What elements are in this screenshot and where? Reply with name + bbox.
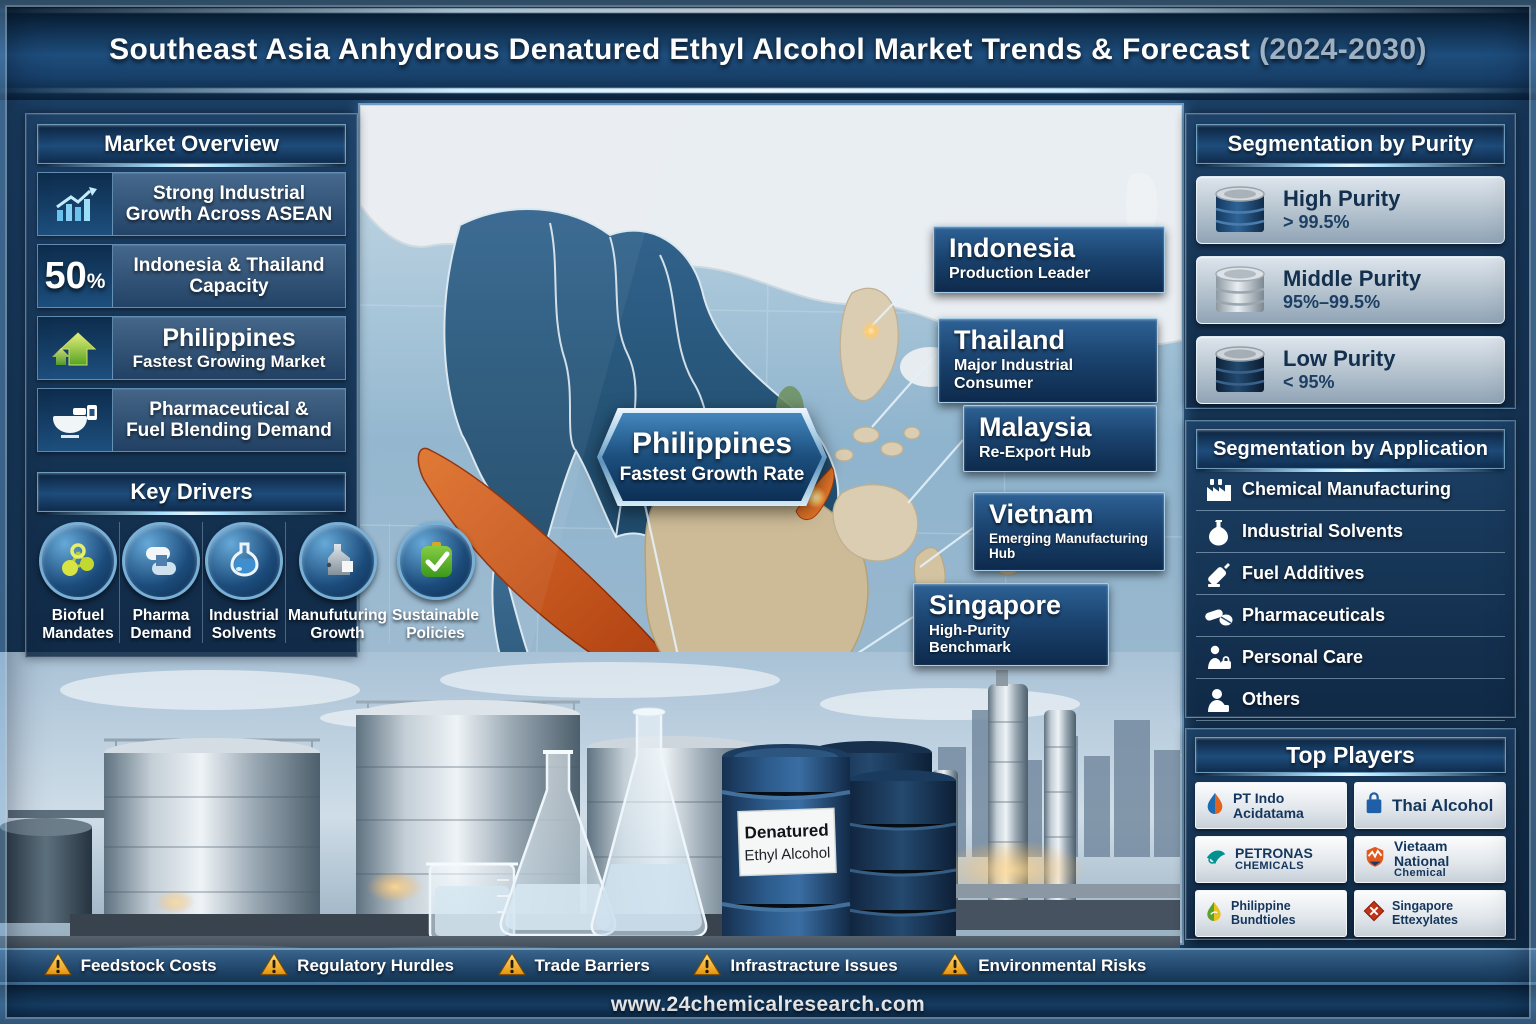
key-drivers-header: Key Drivers xyxy=(37,472,346,512)
key-driver-item: Manufuturing Growth xyxy=(285,522,389,643)
bar-chart-up-icon xyxy=(38,173,113,235)
application-row: Fuel Additives xyxy=(1196,553,1505,595)
factory-icon xyxy=(1196,476,1242,504)
market-overview-row: Philippines Fastest Growing Market xyxy=(37,316,346,380)
purity-row-high: High Purity > 99.5% xyxy=(1196,176,1505,244)
key-driver-label: Biofuel Mandates xyxy=(42,607,114,643)
market-overview-item: Pharmaceutical & Fuel Blending Demand xyxy=(113,389,345,451)
application-row: Personal Care xyxy=(1196,637,1505,679)
application-row: Industrial Solvents xyxy=(1196,511,1505,553)
navy-drum-icon xyxy=(1197,342,1283,398)
teal-drop-logo xyxy=(1204,845,1228,874)
callout-thailand: Thailand Major Industrial Consumer xyxy=(938,318,1158,403)
orange-shield-logo xyxy=(1363,845,1387,874)
flask-icon xyxy=(1196,518,1242,546)
title-bar: Southeast Asia Anhydrous Denatured Ethyl… xyxy=(0,0,1536,100)
purity-header: Segmentation by Purity xyxy=(1196,124,1505,164)
player-card-philippine-bundtioles: Philippine Bundtioles xyxy=(1195,890,1347,937)
fuel-nozzle-icon xyxy=(1196,560,1242,588)
key-driver-item: Biofuel Mandates xyxy=(37,522,119,643)
top-players-grid: PT Indo Acidatama Thai Alcohol xyxy=(1195,782,1506,937)
solvent-flask-icon xyxy=(205,522,283,600)
page-title: Southeast Asia Anhydrous Denatured Ethyl… xyxy=(0,33,1536,67)
challenges-strip: Feedstock Costs Regulatory Hurdles Trade… xyxy=(0,948,1536,984)
market-overview-row: Pharmaceutical & Fuel Blending Demand xyxy=(37,388,346,452)
top-players-header: Top Players xyxy=(1195,737,1506,773)
industrial-scene: Denatured Ethyl Alcohol xyxy=(0,652,1180,984)
challenge-environmental-risks: Environmental Risks xyxy=(941,951,1146,982)
player-card-singapore-ettexylates: Singapore Ettexylates xyxy=(1354,890,1506,937)
key-driver-item: Industrial Solvents xyxy=(202,522,285,643)
challenge-regulatory-hurdles: Regulatory Hurdles xyxy=(260,951,454,982)
application-row: Others xyxy=(1196,679,1505,721)
application-row: Chemical Manufacturing xyxy=(1196,469,1505,511)
key-driver-item: Sustainable Policies xyxy=(389,522,481,643)
pills-icon xyxy=(1196,603,1242,629)
barrel-label-line2: Ethyl Alcohol xyxy=(744,844,830,864)
challenge-infrastructure-issues: Infrastracture Issues xyxy=(693,951,897,982)
stat-50-percent: 50% xyxy=(38,245,113,307)
market-overview-row: Strong Industrial Growth Across ASEAN xyxy=(37,172,346,236)
key-driver-label: Industrial Solvents xyxy=(209,607,279,643)
personal-care-icon xyxy=(1196,644,1242,672)
challenge-trade-barriers: Trade Barriers xyxy=(498,951,650,982)
blue-drum-icon xyxy=(1197,182,1283,238)
application-header: Segmentation by Application xyxy=(1196,429,1505,469)
pharma-pills-icon xyxy=(122,522,200,600)
silver-drum-icon xyxy=(1197,262,1283,318)
sustainable-check-icon xyxy=(397,522,475,600)
market-overview-item: Indonesia & Thailand Capacity xyxy=(113,245,345,307)
pharma-bowl-icon xyxy=(38,389,113,451)
segmentation-purity-panel: Segmentation by Purity High Purity > 99.… xyxy=(1185,113,1516,409)
blue-bag-logo xyxy=(1363,791,1385,820)
player-card-pt-indo-acidatama: PT Indo Acidatama xyxy=(1195,782,1347,829)
left-column-panel: Market Overview Strong Industrial Growth… xyxy=(25,113,358,658)
callout-indonesia: Indonesia Production Leader xyxy=(933,226,1165,293)
key-driver-label: Sustainable Policies xyxy=(392,607,479,643)
warning-triangle-icon xyxy=(260,951,288,982)
page-title-years: (2024-2030) xyxy=(1259,33,1427,66)
infographic-root: Denatured Ethyl Alcohol xyxy=(0,0,1536,1024)
warning-triangle-icon xyxy=(498,951,526,982)
application-row: Pharmaceuticals xyxy=(1196,595,1505,637)
barrel-label-line1: Denatured xyxy=(744,821,829,843)
footer-url[interactable]: www.24chemicalresearch.com xyxy=(611,993,925,1017)
key-driver-item: Pharma Demand xyxy=(119,522,202,643)
top-players-panel: Top Players PT Indo Acidatama xyxy=(1185,728,1516,940)
callout-malaysia: Malaysia Re-Export Hub xyxy=(963,405,1157,472)
purity-row-middle: Middle Purity 95%–99.5% xyxy=(1196,256,1505,324)
market-overview-item: Philippines Fastest Growing Market xyxy=(113,317,345,379)
biofuel-molecule-icon xyxy=(39,522,117,600)
market-overview-row: 50% Indonesia & Thailand Capacity xyxy=(37,244,346,308)
warning-triangle-icon xyxy=(693,951,721,982)
manufacturing-bottle-icon xyxy=(299,522,377,600)
barrel-group: Denatured Ethyl Alcohol xyxy=(722,741,956,938)
challenge-feedstock-costs: Feedstock Costs xyxy=(44,951,217,982)
segmentation-application-panel: Segmentation by Application Chemical Man… xyxy=(1185,420,1516,718)
warning-triangle-icon xyxy=(941,951,969,982)
player-card-petronas-chemicals: PETRONASCHEMICALS xyxy=(1195,836,1347,883)
green-growth-arrow-icon xyxy=(38,317,113,379)
philippines-badge-frame: Philippines Fastest Growth Rate xyxy=(597,408,827,506)
callout-vietnam: Vietnam Emerging Manufacturing Hub xyxy=(973,492,1165,571)
philippines-badge: Philippines Fastest Growth Rate xyxy=(597,408,827,506)
market-overview-item: Strong Industrial Growth Across ASEAN xyxy=(113,173,345,235)
person-icon xyxy=(1196,686,1242,714)
red-diamond-logo xyxy=(1363,900,1385,927)
warning-triangle-icon xyxy=(44,951,72,982)
two-tone-droplet-logo xyxy=(1204,791,1226,820)
page-title-main: Southeast Asia Anhydrous Denatured Ethyl… xyxy=(109,33,1250,66)
player-card-thai-alcohol: Thai Alcohol xyxy=(1354,782,1506,829)
key-driver-label: Manufuturing Growth xyxy=(288,607,387,643)
player-card-vietnam-national-chemical: Vietaam NationalChemical xyxy=(1354,836,1506,883)
callout-singapore: Singapore High-Purity Benchmark xyxy=(913,583,1109,666)
market-overview-header: Market Overview xyxy=(37,124,346,164)
key-driver-label: Pharma Demand xyxy=(130,607,191,643)
key-drivers-row: Biofuel Mandates Pharma Demand xyxy=(37,522,346,643)
purity-row-low: Low Purity < 95% xyxy=(1196,336,1505,404)
eco-droplet-logo xyxy=(1204,899,1224,928)
barrel-label: Denatured Ethyl Alcohol xyxy=(738,808,836,875)
footer-bar: www.24chemicalresearch.com xyxy=(0,984,1536,1024)
